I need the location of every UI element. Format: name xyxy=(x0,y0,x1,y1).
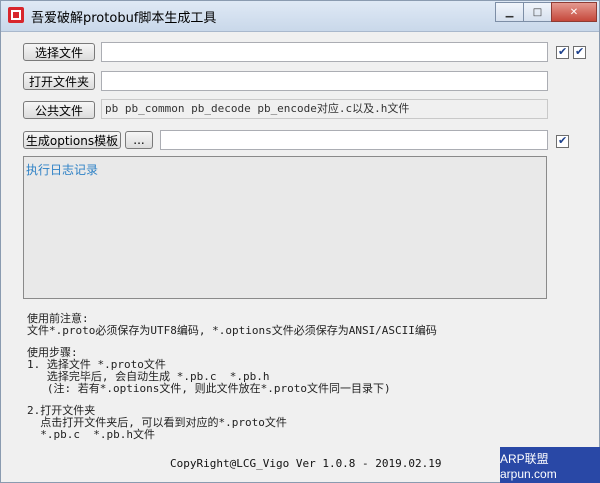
close-button[interactable]: ✕ xyxy=(551,2,597,22)
options-checkbox[interactable] xyxy=(556,134,569,148)
usage-notes: 使用前注意: 文件*.proto必须保存为UTF8编码, *.options文件… xyxy=(27,313,437,441)
notes-line: (注: 若有*.options文件, 则此文件放在*.proto文件同一目录下) xyxy=(27,382,391,395)
window-title: 吾爱破解protobuf脚本生成工具 xyxy=(31,11,217,26)
select-file-checkbox-2[interactable] xyxy=(573,45,586,59)
common-file-button[interactable]: 公共文件 xyxy=(23,101,95,119)
close-icon: ✕ xyxy=(569,6,579,18)
maximize-button[interactable]: □ xyxy=(523,2,552,22)
common-file-field: pb pb_common pb_decode pb_encode对应.c以及.h… xyxy=(101,99,548,119)
maximize-icon: □ xyxy=(532,6,543,18)
select-file-button[interactable]: 选择文件 xyxy=(23,43,95,61)
log-title: 执行日志记录 xyxy=(26,163,99,177)
select-file-checkbox-1[interactable] xyxy=(556,45,569,59)
execution-log[interactable]: 执行日志记录 xyxy=(23,156,547,299)
minimize-icon: ▁ xyxy=(505,6,514,18)
folder-field[interactable] xyxy=(101,71,548,91)
notes-line: 文件*.proto必须保存为UTF8编码, *.options文件必须保存为AN… xyxy=(27,324,437,337)
open-folder-button[interactable]: 打开文件夹 xyxy=(23,72,95,90)
notes-line: *.pb.c *.pb.h文件 xyxy=(27,428,155,441)
title-bar: 吾爱破解protobuf脚本生成工具 ▁ □ ✕ xyxy=(1,1,599,32)
window-controls: ▁ □ ✕ xyxy=(495,2,597,22)
notes-spacer xyxy=(27,337,437,347)
browse-button[interactable]: ... xyxy=(125,131,153,149)
generate-options-button[interactable]: 生成options模板 xyxy=(23,131,121,149)
copyright-footer: CopyRight@LCG_Vigo Ver 1.0.8 - 2019.02.1… xyxy=(170,457,442,470)
minimize-button[interactable]: ▁ xyxy=(495,2,524,22)
app-window: 吾爱破解protobuf脚本生成工具 ▁ □ ✕ 选择文件 打开文件夹 公共文件… xyxy=(0,0,600,483)
selected-file-field[interactable] xyxy=(101,42,548,62)
watermark: ARP联盟 arpun.com xyxy=(500,447,600,483)
app-logo-icon xyxy=(8,7,24,23)
options-field[interactable] xyxy=(160,130,548,150)
